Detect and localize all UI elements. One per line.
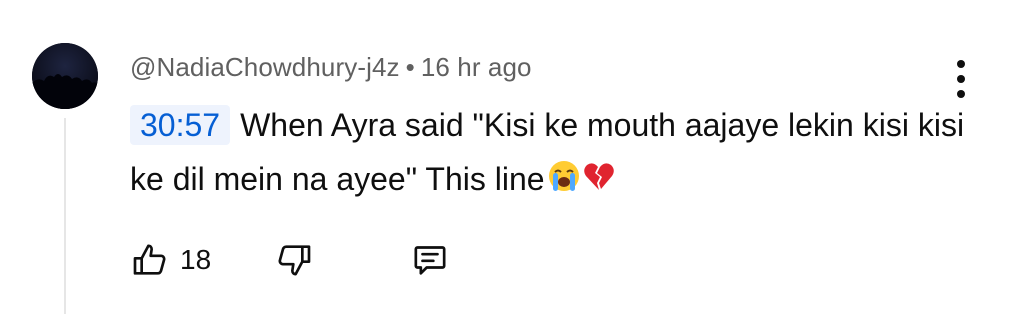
avatar-image (32, 43, 98, 109)
dislike-button[interactable] (274, 236, 314, 284)
comment-body: 30:57 When Ayra said "Kisi ke mouth aajay… (130, 98, 990, 209)
author-handle[interactable]: @NadiaChowdhury-j4z (130, 52, 400, 82)
avatar[interactable] (32, 43, 98, 109)
time-ago: 16 hr ago (420, 52, 532, 82)
meta-separator: • (405, 52, 415, 82)
loudly-crying-face-emoji (547, 155, 581, 209)
thumbs-up-icon (133, 244, 166, 275)
reply-button[interactable] (410, 236, 450, 284)
comment-header: @NadiaChowdhury-j4z • 16 hr ago (130, 52, 532, 83)
timestamp-link[interactable]: 30:57 (130, 105, 231, 145)
thread-line (64, 118, 66, 314)
broken-heart-emoji (583, 155, 615, 209)
thumbs-down-icon (278, 245, 311, 276)
like-count: 18 (180, 244, 212, 275)
reply-comment-icon (414, 246, 446, 275)
like-button[interactable]: 18 (130, 236, 211, 284)
more-vertical-icon[interactable] (948, 58, 974, 100)
